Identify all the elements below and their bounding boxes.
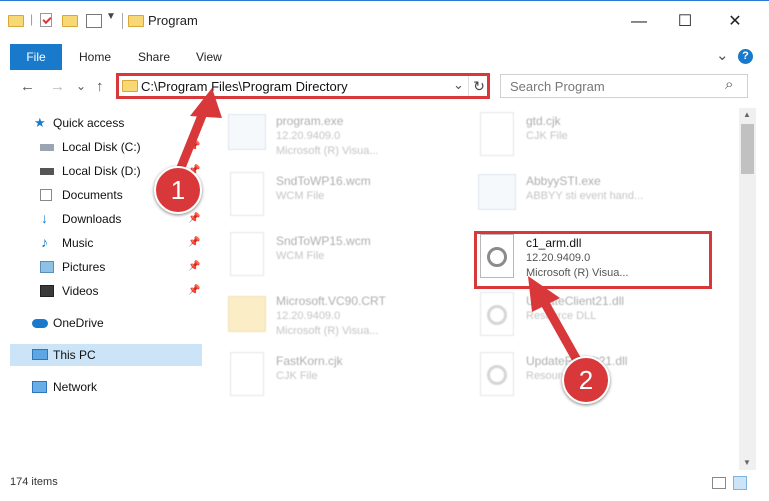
callout-badge-2: 2 xyxy=(562,356,610,404)
callout-arrows xyxy=(175,88,583,367)
arrow-two-shaft xyxy=(537,293,583,367)
arrow-one-head xyxy=(190,88,222,118)
arrow-one-shaft xyxy=(175,103,210,175)
callout-badge-1: 1 xyxy=(154,166,202,214)
